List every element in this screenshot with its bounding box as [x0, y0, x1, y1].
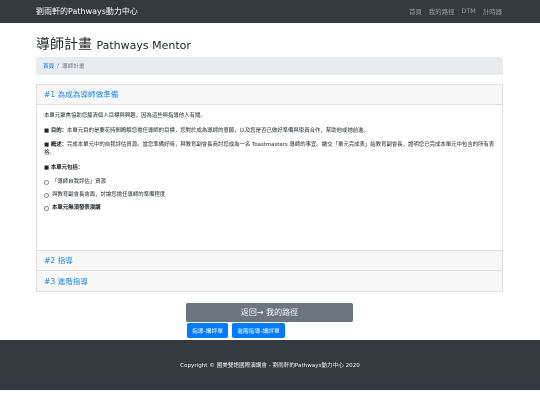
- list-item: 「導師自我評估」資源: [44, 178, 495, 186]
- goal-text: 本單元目的是要花時間瞭解您擔任導師的目標，您對於成為導師的意願，以及您是否已做好…: [67, 127, 369, 134]
- list-item-text: 「導師自我評估」資源: [52, 179, 106, 185]
- accordion-body-1: 本單元聚焦協助您釐清個人目標與興趣，因為這些與指導他人有關。 ■ 目的：本單元目…: [37, 105, 502, 251]
- goal-paragraph: ■ 目的：本單元目的是要花時間瞭解您擔任導師的目標，您對於成為導師的意願，以及您…: [44, 127, 369, 134]
- overview-paragraph: ■ 概述：完成本單元中的自我評估資源。當您準備好時，與教育副會長商討您成為一名 …: [44, 142, 495, 156]
- footer: Copyright © 國美雙語國際演講會 - 劉雨軒的Pathways動力中心…: [0, 340, 540, 390]
- accordion-header-1[interactable]: #1 為成為導師做準備: [37, 85, 502, 105]
- includes-paragraph: ■ 本單元包括：: [44, 164, 84, 171]
- accordion-header-2[interactable]: #2 指導: [37, 251, 502, 271]
- circle-icon: [44, 205, 49, 211]
- list-item-text: 與教育副會長會面，討論您擔任導師的準備程度: [52, 192, 166, 198]
- circle-icon: [44, 192, 49, 198]
- breadcrumb-home[interactable]: 首頁: [43, 62, 54, 70]
- goal-label: 目的：: [50, 127, 67, 134]
- overview-label: 概述：: [50, 142, 67, 148]
- breadcrumb: 首頁 / 導師計畫: [36, 57, 503, 75]
- includes-label: 本單元包括：: [50, 164, 84, 171]
- module-accordion: #1 為成為導師做準備 本單元聚焦協助您釐清個人目標與興趣，因為這些與指導他人有…: [36, 84, 503, 292]
- back-to-my-path-button[interactable]: 返回→ 我的路徑: [186, 303, 353, 322]
- nav-timer[interactable]: 計時器: [483, 7, 502, 16]
- evaluation-buttons: 指導-講評單 進階指導-講評單: [187, 323, 285, 338]
- breadcrumb-separator: /: [57, 63, 60, 69]
- page-title: 導師計畫 Pathways Mentor: [36, 34, 191, 54]
- nav-home[interactable]: 首頁: [409, 7, 422, 16]
- accordion-header-3[interactable]: #3 進階指導: [37, 271, 502, 291]
- nav-my-path[interactable]: 我的路徑: [429, 7, 455, 16]
- page-title-sub: Pathways Mentor: [96, 39, 191, 52]
- breadcrumb-current: 導師計畫: [62, 64, 85, 70]
- intro-text: 本單元聚焦協助您釐清個人目標與興趣，因為這些與指導他人有關。: [44, 113, 206, 119]
- mentor-evaluation-button[interactable]: 指導-講評單: [187, 323, 229, 338]
- top-navbar: 劉雨軒的Pathways動力中心 首頁 我的路徑 DTM 計時器: [0, 0, 540, 23]
- nav-dtm[interactable]: DTM: [461, 7, 475, 16]
- advanced-mentor-evaluation-button[interactable]: 進階指導-講評單: [232, 323, 285, 338]
- footer-copyright: Copyright © 國美雙語國際演講會 - 劉雨軒的Pathways動力中心…: [180, 363, 360, 369]
- list-item-text: 本單元無須發表演講: [52, 205, 101, 211]
- list-item: 與教育副會長會面，討論您擔任導師的準備程度: [44, 191, 495, 199]
- list-item: 本單元無須發表演講: [44, 204, 495, 212]
- page-title-main: 導師計畫: [36, 37, 92, 53]
- nav-links: 首頁 我的路徑 DTM 計時器: [409, 7, 502, 16]
- circle-icon: [44, 179, 49, 185]
- overview-text: 完成本單元中的自我評估資源。當您準備好時，與教育副會長商討您成為一名 Toast…: [44, 142, 495, 156]
- brand-link[interactable]: 劉雨軒的Pathways動力中心: [36, 6, 138, 17]
